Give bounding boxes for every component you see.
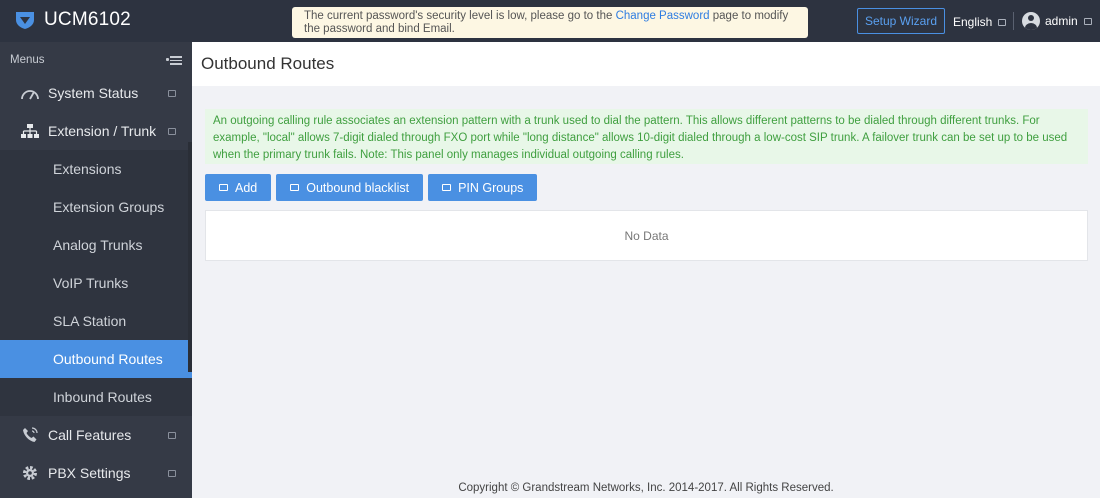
main-content: Outbound Routes An outgoing calling rule…: [192, 42, 1100, 498]
sidebar-item-label: Extensions: [53, 161, 122, 177]
sidebar-item-extension-trunk[interactable]: Extension / Trunk: [0, 112, 192, 150]
app-title: UCM6102: [44, 9, 131, 30]
sidebar-item-label: Call Features: [48, 427, 132, 443]
footer: Copyright © Grandstream Networks, Inc. 2…: [192, 482, 1100, 494]
language-label: English: [953, 15, 993, 29]
sidebar-item-analog-trunks[interactable]: Analog Trunks: [0, 226, 192, 264]
pin-groups-label: PIN Groups: [458, 180, 524, 195]
expand-icon: [168, 90, 176, 97]
pin-groups-button[interactable]: PIN Groups: [428, 174, 538, 201]
expand-icon: [168, 470, 176, 477]
menus-heading: Menus: [10, 54, 45, 66]
sidebar-item-label: Inbound Routes: [53, 389, 152, 405]
sidebar-item-extensions[interactable]: Extensions: [0, 150, 192, 188]
language-selector[interactable]: English: [953, 15, 1007, 29]
avatar-icon: [1022, 12, 1040, 30]
page-header: Outbound Routes: [192, 42, 1100, 86]
action-buttons: Add Outbound blacklist PIN Groups: [205, 174, 542, 201]
top-bar: UCM6102 The current password's security …: [0, 0, 1100, 42]
gear-icon: [20, 464, 40, 482]
sidebar-item-label: Outbound Routes: [53, 351, 163, 367]
sidebar-item-voip-trunks[interactable]: VoIP Trunks: [0, 264, 192, 302]
description-box: An outgoing calling rule associates an e…: [205, 109, 1088, 164]
collapse-icon: [168, 128, 176, 135]
sidebar-item-sla-station[interactable]: SLA Station: [0, 302, 192, 340]
sidebar-item-label: Extension Groups: [53, 199, 165, 215]
sidebar-item-label: Analog Trunks: [53, 237, 143, 253]
sidebar-item-outbound-routes[interactable]: Outbound Routes: [0, 340, 192, 378]
sidebar-item-label: VoIP Trunks: [53, 275, 129, 291]
pin-groups-icon: [442, 184, 452, 191]
collapse-menu-icon[interactable]: [166, 55, 182, 65]
gauge-icon: [20, 84, 40, 102]
network-icon: [20, 122, 40, 140]
expand-icon: [168, 432, 176, 439]
page-title: Outbound Routes: [201, 54, 335, 73]
sidebar: Menus System Status Extension / Trunk Ex…: [0, 42, 192, 498]
sidebar-item-pbx-settings[interactable]: PBX Settings: [0, 454, 192, 492]
sidebar-item-label: PBX Settings: [48, 465, 131, 481]
setup-wizard-button[interactable]: Setup Wizard: [857, 8, 945, 34]
change-password-link[interactable]: Change Password: [616, 10, 710, 22]
dropdown-icon: [1083, 17, 1092, 25]
user-name: admin: [1045, 14, 1078, 28]
logo-icon: [16, 12, 34, 29]
add-button-label: Add: [235, 180, 258, 195]
blacklist-icon: [290, 184, 300, 191]
user-menu[interactable]: admin: [1022, 12, 1092, 30]
sidebar-item-label: SLA Station: [53, 313, 127, 329]
sidebar-item-label: System Status: [48, 85, 139, 101]
sidebar-item-extension-groups[interactable]: Extension Groups: [0, 188, 192, 226]
dropdown-icon: [998, 18, 1007, 26]
add-icon: [219, 184, 228, 191]
sidebar-item-call-features[interactable]: Call Features: [0, 416, 192, 454]
security-notice: The current password's security level is…: [292, 7, 808, 38]
routes-table: No Data: [205, 210, 1088, 261]
sidebar-item-system-status[interactable]: System Status: [0, 74, 192, 112]
empty-state-text: No Data: [624, 228, 669, 243]
copyright-text: Copyright © Grandstream Networks, Inc. 2…: [458, 482, 834, 494]
sidebar-item-inbound-routes[interactable]: Inbound Routes: [0, 378, 192, 416]
outbound-blacklist-button[interactable]: Outbound blacklist: [276, 174, 424, 201]
header-divider: [1013, 12, 1014, 30]
phone-icon: [20, 426, 40, 444]
outbound-blacklist-label: Outbound blacklist: [306, 180, 410, 195]
logo[interactable]: UCM6102: [14, 9, 131, 31]
add-button[interactable]: Add: [205, 174, 272, 201]
sidebar-header: Menus: [0, 42, 192, 78]
notice-prefix: The current password's security level is…: [304, 10, 616, 22]
sidebar-item-label: Extension / Trunk: [48, 123, 157, 139]
description-text: An outgoing calling rule associates an e…: [213, 115, 1068, 161]
